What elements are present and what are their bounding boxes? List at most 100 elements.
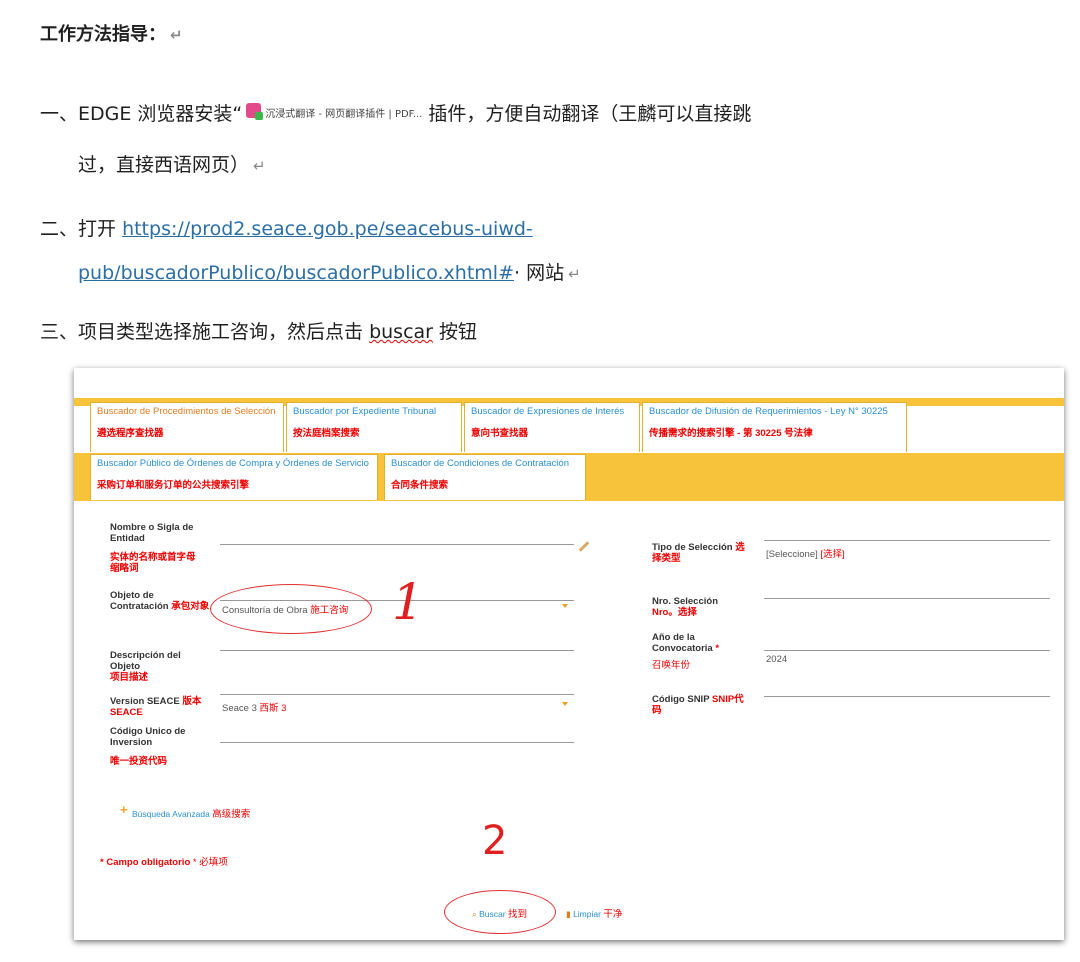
step1-line-2: 过，直接西语网页） ↵ [78,150,266,177]
anio-label: Año de la Convocatoria * 召唤年份 [652,632,752,671]
limpiar-button[interactable]: ▮ Limpiar 干净 [566,906,622,920]
busqueda-avanzada-link[interactable]: Búsqueda Avanzada 高级搜索 [132,806,250,820]
step2-prefix: 二、打开 [40,218,117,240]
tab-expediente[interactable]: Buscador por Expediente Tribunal 按法庭档案搜索 [286,402,462,452]
step1-text-2: 插件，方便自动翻译（王麟可以直接跳 [428,103,752,125]
nombre-label-text: Nombre o Sigla de Entidad [110,522,194,544]
tab-label: Buscador de Procedimientos de Selección [97,406,276,417]
seace-screenshot: Buscador de Procedimientos de Selección … [74,368,1064,940]
objeto-label-text: Objeto de Contratación 承包对象 [110,590,210,612]
nro-label: Nro. Selección Nro。选择 [652,596,752,618]
descripcion-label: Descripción del Objeto 项目描述 [110,650,210,683]
tab-label: Buscador de Condiciones de Contratación [391,458,569,469]
descripcion-label-zh: 项目描述 [110,672,149,683]
buscar-button-label: Buscar [479,909,506,919]
buscar-button[interactable]: ⌕ Buscar 找到 [472,906,527,920]
nro-input[interactable] [764,598,1050,599]
tab-label-zh: 遴选程序查找器 [97,428,164,439]
chevron-down-icon[interactable] [562,702,568,706]
plus-icon[interactable]: + [120,802,128,817]
step1-text-3: 过，直接西语网页） [78,154,250,176]
anio-label-zh: 召唤年份 [652,660,691,671]
plugin-name: 沉浸式翻译 - 网页翻译插件 | PDF... [265,109,423,120]
nombre-label-zh: 实体的名称或首字母缩略词 [110,552,196,574]
step2-line-2: pub/buscadorPublico/buscadorPublico.xhtm… [78,258,581,285]
step3-text-2: 按钮 [439,321,478,343]
campo-obligatorio-note: * Campo obligatorio * 必填项 [100,854,228,868]
campo-obligatorio-zh: 必填项 [199,857,228,868]
version-value-zh: 西斯 3 [259,703,287,714]
paragraph-mark: ↵ [253,157,266,175]
tipo-select[interactable] [764,540,1050,541]
step3-line: 三、项目类型选择施工咨询，然后点击 buscar 按钮 [40,317,477,344]
tab-difusion[interactable]: Buscador de Difusión de Requerimientos -… [642,402,907,452]
codigo-label: Código Unico de Inversion 唯一投资代码 [110,726,196,767]
version-value: Seace 3 西斯 3 [222,700,286,714]
codigo-input[interactable] [220,742,574,743]
descripcion-input[interactable] [220,650,574,651]
tipo-value: [Seleccione] [选择] [766,546,845,560]
tab-condiciones[interactable]: Buscador de Condiciones de Contratación … [384,454,586,500]
tab-ordenes[interactable]: Buscador Público de Órdenes de Compra y … [90,454,378,500]
pencil-icon[interactable] [578,541,590,552]
annotation-mark-2: 2 [482,818,508,864]
tipo-label: Tipo de Selección 选择类型 [652,542,752,564]
tab-label-zh: 采购订单和服务订单的公共搜索引擎 [97,480,250,491]
buscar-button-zh: 找到 [507,909,527,920]
objeto-label-zh: 承包对象 [171,601,210,612]
tab-expresiones[interactable]: Buscador de Expresiones de Interés 意向书查找… [464,402,640,452]
anio-value: 2024 [766,654,788,665]
codigo-label-zh: 唯一投资代码 [110,756,168,767]
annotation-mark-1: 1 [392,573,424,631]
paragraph-mark: ↵ [170,26,183,44]
tab-label: Buscador Público de Órdenes de Compra y … [97,458,369,469]
tab-label-zh: 传播需求的搜索引擎 - 第 30225 号法律 [649,428,813,439]
version-label: Version SEACE 版本 SEACE [110,696,210,718]
chevron-down-icon[interactable] [562,604,568,608]
eraser-icon: ▮ [566,909,571,919]
translate-plugin-icon [246,103,264,120]
step1-text: 一、EDGE 浏览器安装“ [40,103,243,125]
snip-input[interactable] [764,696,1050,697]
tab-label: Buscador de Difusión de Requerimientos -… [649,406,888,417]
annotation-ellipse-1 [210,584,372,634]
step1-line: 一、EDGE 浏览器安装“ 沉浸式翻译 - 网页翻译插件 | PDF... 插件，方… [40,99,751,126]
nombre-input[interactable] [220,544,574,545]
anio-required-star: * [715,643,720,654]
version-label-text: Version SEACE 版本 SEACE [110,696,202,718]
tab-label-zh: 意向书查找器 [471,428,529,439]
search-icon: ⌕ [472,909,477,919]
descripcion-label-text: Descripción del Objeto [110,650,181,672]
busqueda-avanzada-zh: 高级搜索 [212,809,251,820]
tab-label: Buscador por Expediente Tribunal [293,406,437,417]
nro-label-zh: Nro。选择 [652,607,697,618]
limpiar-button-zh: 干净 [603,909,623,920]
nro-label-text: Nro. Selección [652,596,718,607]
snip-label-text: Código SNIP [652,694,710,705]
tipo-value-zh: [选择] [820,549,845,560]
tab-label-zh: 合同条件搜索 [391,480,449,491]
step2-suffix: · 网站 [514,262,565,284]
seace-link[interactable]: https://prod2.seace.gob.pe/seacebus-uiwd… [122,218,533,240]
campo-obligatorio-text: * Campo obligatorio [100,857,191,868]
busqueda-avanzada-text: Búsqueda Avanzada [132,809,210,819]
seace-link-cont[interactable]: pub/buscadorPublico/buscadorPublico.xhtm… [78,262,514,284]
buscar-word: buscar [369,321,433,343]
tipo-label-text: Tipo de Selección [652,542,733,553]
version-select[interactable] [220,694,574,695]
codigo-label-text: Código Unico de Inversion [110,726,186,748]
tab-label: Buscador de Expresiones de Interés [471,406,625,417]
anio-label-text: Año de la Convocatoria [652,632,713,654]
anio-input[interactable] [764,650,1050,651]
tab-label-zh: 按法庭档案搜索 [293,428,360,439]
campo-obligatorio-star: * [192,857,197,868]
step2-line: 二、打开 https://prod2.seace.gob.pe/seacebus… [40,214,533,241]
snip-label: Código SNIP SNIP代码 [652,694,752,716]
doc-title: 工作方法指导： ↵ [40,20,183,46]
tipo-value-text: [Seleccione] [766,549,818,560]
doc-title-text: 工作方法指导： [40,24,166,45]
tab-procedimientos[interactable]: Buscador de Procedimientos de Selección … [90,402,284,452]
paragraph-mark: ↵ [568,265,581,283]
objeto-label: Objeto de Contratación 承包对象 [110,590,210,612]
step3-text: 三、项目类型选择施工咨询，然后点击 [40,321,364,343]
